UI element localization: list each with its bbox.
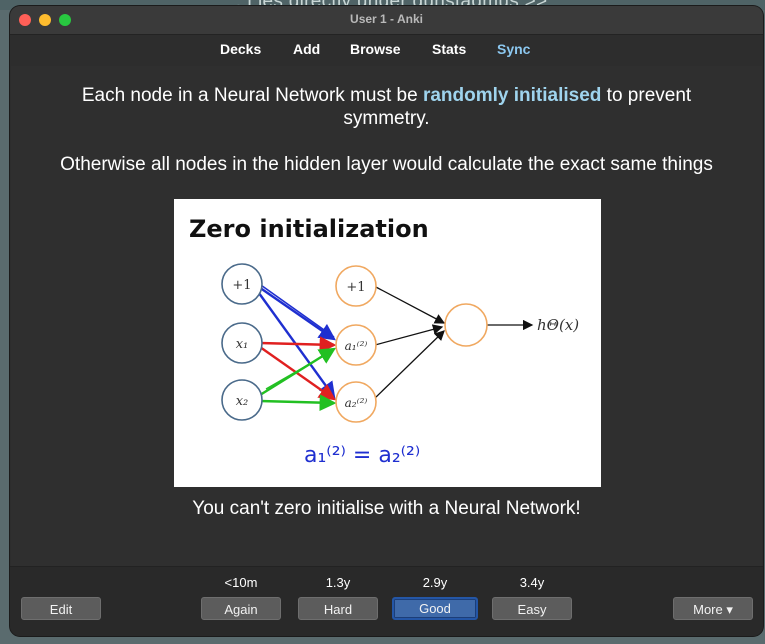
hidden-label-bias: +1	[346, 280, 365, 295]
sync-link[interactable]: Sync	[497, 41, 530, 57]
again-button[interactable]: Again	[201, 597, 281, 620]
edit-button[interactable]: Edit	[21, 597, 101, 620]
neural-network-diagram: Zero initialization +1 x₁ x₂ +1 a₁⁽²⁾ a₂…	[189, 215, 579, 468]
main-toolbar: Decks Add Browse Stats Sync	[10, 35, 763, 65]
output-label: hΘ(x)	[537, 316, 579, 334]
decks-link[interactable]: Decks	[220, 41, 261, 57]
question-text-start: Each node in a Neural Network must be	[81, 85, 423, 106]
diagram-title: Zero initialization	[189, 215, 429, 243]
easy-button[interactable]: Easy	[492, 597, 572, 620]
highlighted-term: randomly initialised	[422, 85, 602, 106]
card-answer-caption: You can't zero initialise with a Neural …	[192, 498, 581, 519]
card-image: Zero initialization +1 x₁ x₂ +1 a₁⁽²⁾ a₂…	[174, 199, 601, 487]
card-view: Each node in a Neural Network must be ra…	[11, 66, 762, 566]
more-button[interactable]: More ▾	[673, 597, 753, 620]
handwritten-equation: a₁⁽²⁾ = a₂⁽²⁾	[304, 443, 420, 468]
input-label-x2: x₂	[236, 394, 249, 409]
interval-easy: 3.4y	[519, 575, 545, 590]
browse-link[interactable]: Browse	[350, 41, 401, 57]
good-button[interactable]: Good	[392, 597, 478, 620]
card-question-line-2: Otherwise all nodes in the hidden layer …	[60, 154, 713, 175]
output-node	[444, 303, 488, 347]
input-label-bias: +1	[232, 278, 251, 293]
window-title: User 1 - Anki	[350, 12, 423, 26]
stats-link[interactable]: Stats	[432, 41, 466, 57]
interval-again: <10m	[224, 575, 258, 590]
add-link[interactable]: Add	[293, 41, 320, 57]
interval-hard: 1.3y	[325, 575, 351, 590]
card-question-line-1: Each node in a Neural Network must be ra…	[51, 84, 722, 130]
hidden-label-a1: a₁⁽²⁾	[345, 339, 368, 353]
hard-button[interactable]: Hard	[298, 597, 378, 620]
anki-window: User 1 - Anki Decks Add Browse Stats Syn…	[10, 6, 763, 636]
answer-bar: Edit <10m 1.3y 2.9y 3.4y Again Hard Good…	[10, 566, 763, 636]
title-bar[interactable]: User 1 - Anki	[10, 6, 763, 35]
input-label-x1: x₁	[236, 337, 249, 352]
hidden-label-a2: a₂⁽²⁾	[345, 396, 368, 410]
interval-good: 2.9y	[422, 575, 448, 590]
